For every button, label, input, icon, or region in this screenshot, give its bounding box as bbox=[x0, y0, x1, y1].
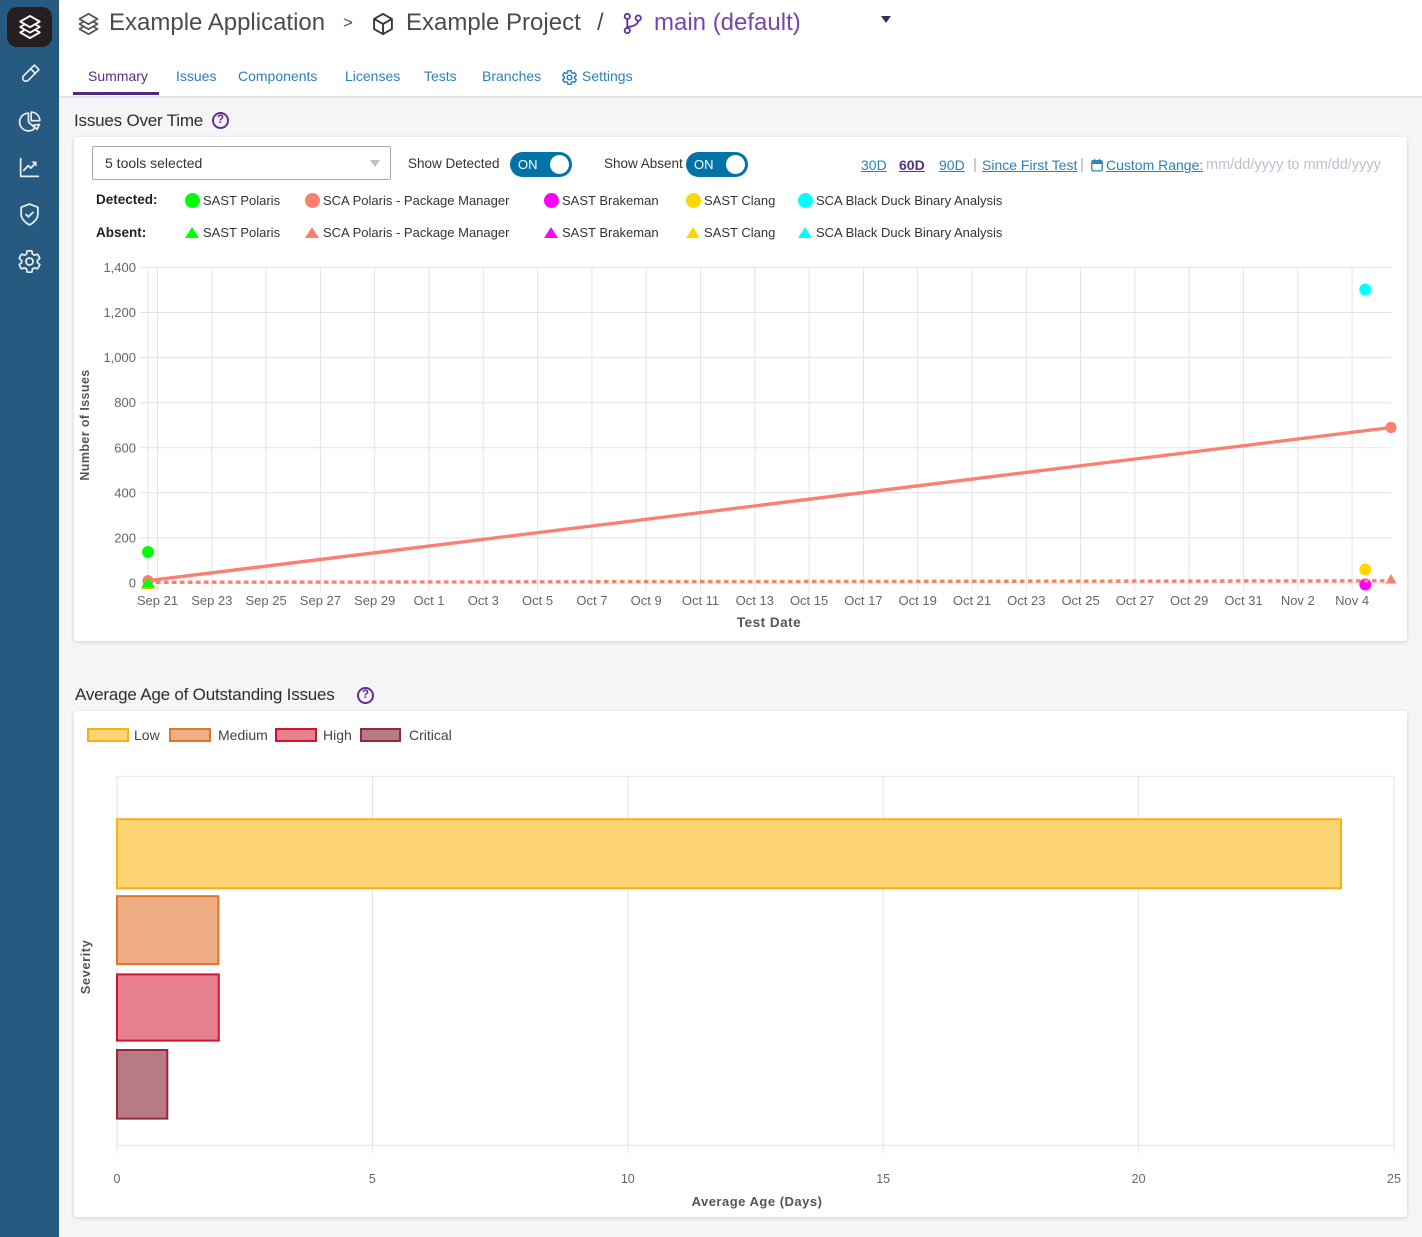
svg-text:Oct 9: Oct 9 bbox=[631, 593, 662, 608]
svg-text:Oct 25: Oct 25 bbox=[1061, 593, 1099, 608]
svg-text:1,400: 1,400 bbox=[103, 260, 136, 275]
svg-text:Nov 4: Nov 4 bbox=[1335, 593, 1369, 608]
svg-text:Oct 27: Oct 27 bbox=[1116, 593, 1154, 608]
svg-text:800: 800 bbox=[114, 395, 136, 410]
svg-text:600: 600 bbox=[114, 440, 136, 455]
svg-text:1,000: 1,000 bbox=[103, 350, 136, 365]
svg-text:Test Date: Test Date bbox=[737, 615, 801, 630]
svg-text:Average Age (Days): Average Age (Days) bbox=[692, 1194, 823, 1209]
svg-text:Oct 7: Oct 7 bbox=[576, 593, 607, 608]
svg-text:400: 400 bbox=[114, 485, 136, 500]
svg-text:Number of Issues: Number of Issues bbox=[78, 369, 92, 480]
svg-text:10: 10 bbox=[621, 1172, 635, 1186]
svg-text:25: 25 bbox=[1387, 1172, 1401, 1186]
svg-text:0: 0 bbox=[114, 1172, 121, 1186]
svg-text:Nov 2: Nov 2 bbox=[1281, 593, 1315, 608]
svg-text:Oct 19: Oct 19 bbox=[899, 593, 937, 608]
svg-text:Oct 13: Oct 13 bbox=[736, 593, 774, 608]
svg-text:1,200: 1,200 bbox=[103, 305, 136, 320]
svg-text:Sep 25: Sep 25 bbox=[245, 593, 286, 608]
svg-text:Sep 23: Sep 23 bbox=[191, 593, 232, 608]
svg-text:Oct 5: Oct 5 bbox=[522, 593, 553, 608]
svg-text:Oct 23: Oct 23 bbox=[1007, 593, 1045, 608]
svg-text:Sep 29: Sep 29 bbox=[354, 593, 395, 608]
svg-text:Oct 17: Oct 17 bbox=[844, 593, 882, 608]
svg-text:0: 0 bbox=[129, 576, 136, 591]
svg-text:Oct 1: Oct 1 bbox=[413, 593, 444, 608]
svg-text:Oct 3: Oct 3 bbox=[468, 593, 499, 608]
svg-text:Oct 31: Oct 31 bbox=[1224, 593, 1262, 608]
svg-text:15: 15 bbox=[876, 1172, 890, 1186]
svg-text:200: 200 bbox=[114, 530, 136, 545]
svg-text:Oct 11: Oct 11 bbox=[682, 593, 719, 608]
svg-text:Sep 27: Sep 27 bbox=[300, 593, 341, 608]
svg-text:5: 5 bbox=[369, 1172, 376, 1186]
svg-text:Severity: Severity bbox=[78, 939, 93, 994]
svg-text:Oct 29: Oct 29 bbox=[1170, 593, 1208, 608]
svg-text:Oct 15: Oct 15 bbox=[790, 593, 828, 608]
svg-text:20: 20 bbox=[1132, 1172, 1146, 1186]
svg-text:Oct 21: Oct 21 bbox=[953, 593, 991, 608]
svg-text:Sep 21: Sep 21 bbox=[137, 593, 178, 608]
